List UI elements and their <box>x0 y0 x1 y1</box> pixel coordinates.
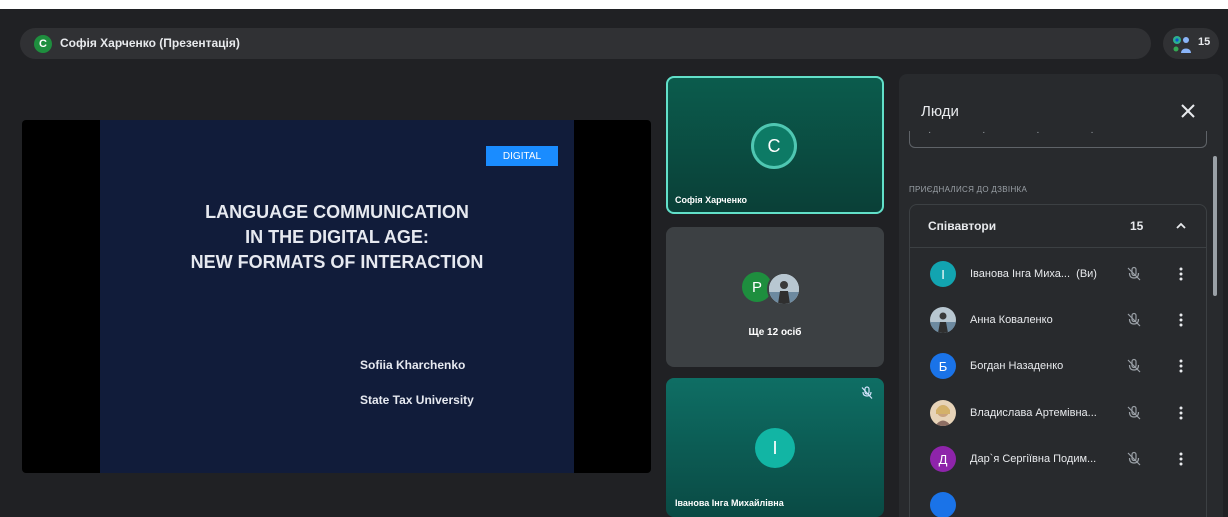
self-name: Іванова Інга Михайлівна <box>675 498 784 508</box>
mic-off-icon <box>861 386 873 399</box>
group-name: Співавтори <box>928 219 997 233</box>
self-tile[interactable]: І Іванова Інга Михайлівна <box>666 378 884 517</box>
slide-university: State Tax University <box>360 393 474 407</box>
people-panel: Люди · · · · ПРИЄДНАЛИСЯ ДО ДЗВІНКА Спів… <box>899 74 1223 517</box>
participant-name: Анна Коваленко <box>970 314 1053 326</box>
mic-off-icon <box>1127 405 1141 420</box>
more-vert-icon[interactable] <box>1176 266 1186 282</box>
slide-title-line: IN THE DIGITAL AGE: <box>245 227 429 247</box>
participant-row-partial[interactable] <box>910 486 1206 517</box>
mic-off-icon <box>1127 266 1141 281</box>
participant-row[interactable]: Анна Коваленко <box>910 301 1206 341</box>
self-avatar: І <box>755 428 795 468</box>
participant-you-label: (Ви) <box>1076 268 1097 280</box>
participant-photo-avatar <box>930 307 956 333</box>
more-vert-icon[interactable] <box>1176 312 1186 328</box>
panel-scrollbar[interactable] <box>1213 156 1217 296</box>
speaker-tile[interactable]: С Софія Харченко <box>666 76 884 214</box>
others-tile[interactable]: Р Ще 12 осіб <box>666 227 884 367</box>
others-label: Ще 12 осіб <box>748 327 802 338</box>
participant-row[interactable]: Д Дар`я Сергіївна Подим... <box>910 440 1206 480</box>
participant-name: Владислава Артемівна... <box>970 407 1097 419</box>
more-vert-icon[interactable] <box>1176 358 1186 374</box>
people-icon <box>1173 36 1191 53</box>
close-icon[interactable] <box>1179 102 1197 120</box>
participant-row[interactable]: Владислава Артемівна... <box>910 394 1206 434</box>
slide-title: LANGUAGE COMMUNICATION IN THE DIGITAL AG… <box>100 200 574 275</box>
participant-count: 15 <box>1198 36 1211 48</box>
group-count: 15 <box>1130 219 1144 233</box>
participant-avatar <box>930 492 956 517</box>
search-field[interactable]: · · · · <box>909 127 1207 148</box>
speaker-name: Софія Харченко <box>675 195 747 205</box>
participant-photo-avatar <box>930 400 956 426</box>
more-vert-icon[interactable] <box>1176 405 1186 421</box>
participant-row[interactable]: І Іванова Інга Миха... (Ви) <box>910 255 1206 295</box>
chevron-up-icon <box>1176 222 1186 229</box>
panel-title: Люди <box>921 103 959 120</box>
participants-button[interactable]: 15 <box>1163 28 1219 59</box>
more-vert-icon[interactable] <box>1176 451 1186 467</box>
slide-title-line: LANGUAGE COMMUNICATION <box>205 202 469 222</box>
participant-name: Дар`я Сергіївна Подим... <box>970 453 1097 465</box>
mic-off-icon <box>1127 451 1141 466</box>
slide-author: Sofiia Kharchenko <box>360 358 466 372</box>
search-field-placeholder: · · · · <box>928 127 1118 138</box>
participant-avatar: Б <box>930 353 956 379</box>
slide-title-line: NEW FORMATS OF INTERACTION <box>190 252 484 272</box>
group-header[interactable]: Співавтори 15 <box>910 205 1206 248</box>
presenter-avatar: С <box>34 35 52 53</box>
participant-avatar: І <box>930 261 956 287</box>
participant-group: Співавтори 15 І Іванова Інга Миха... (Ви… <box>909 204 1207 517</box>
participant-row[interactable]: Б Богдан Назаденко <box>910 347 1206 387</box>
others-photo-avatar <box>767 272 801 306</box>
participant-name: Іванова Інга Миха... (Ви) <box>970 268 1097 280</box>
meet-window: С Софія Харченко (Презентація) 15 DIGITA… <box>0 9 1228 517</box>
participant-avatar: Д <box>930 446 956 472</box>
section-label: ПРИЄДНАЛИСЯ ДО ДЗВІНКА <box>909 185 1028 194</box>
participant-name-text: Іванова Інга Миха... <box>970 268 1071 280</box>
slide-tag: DIGITAL <box>486 146 558 166</box>
mic-off-icon <box>1127 358 1141 373</box>
participant-name: Богдан Назаденко <box>970 360 1064 372</box>
shared-screen: DIGITAL LANGUAGE COMMUNICATION IN THE DI… <box>22 120 651 473</box>
presentation-slide: DIGITAL LANGUAGE COMMUNICATION IN THE DI… <box>100 120 574 473</box>
presenter-bar[interactable]: С Софія Харченко (Презентація) <box>20 28 1151 59</box>
presenter-title: Софія Харченко (Презентація) <box>60 36 240 50</box>
speaker-avatar: С <box>754 126 794 166</box>
mic-off-icon <box>1127 312 1141 327</box>
